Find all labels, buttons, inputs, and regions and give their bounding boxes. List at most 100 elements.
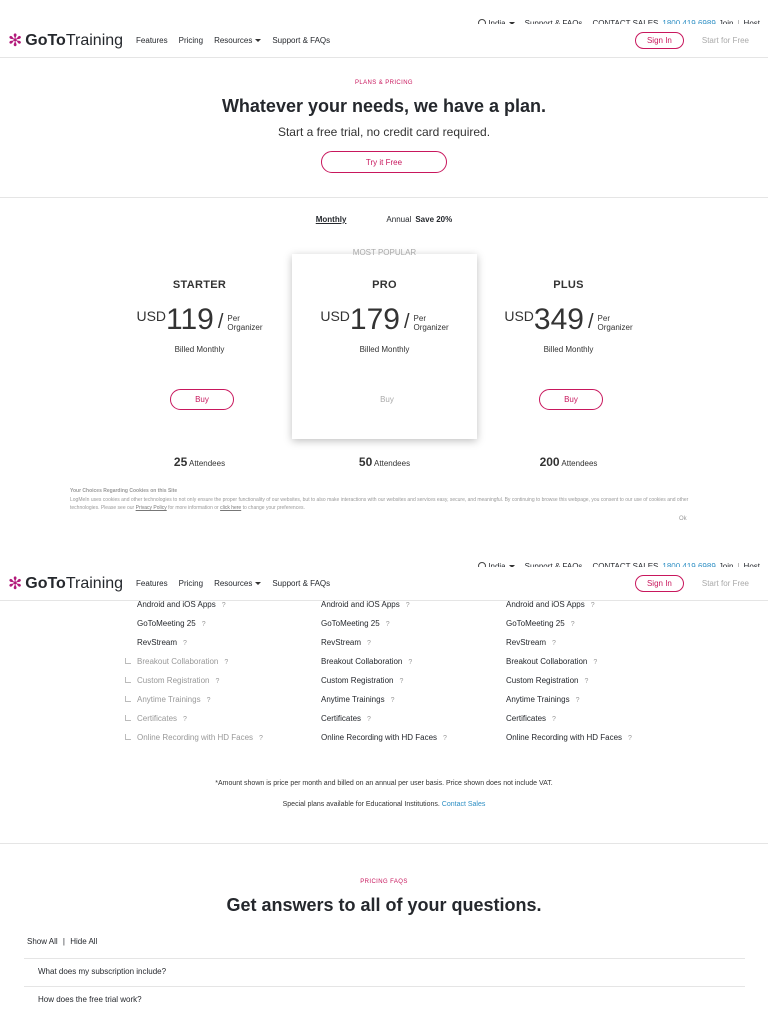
divider — [0, 197, 768, 198]
nav-pricing[interactable]: Pricing — [179, 36, 203, 45]
help-icon[interactable]: ? — [222, 602, 226, 609]
privacy-policy-link[interactable]: Privacy Policy — [136, 505, 167, 511]
features-starter: Android and iOS Apps? GoToMeeting 25? Re… — [125, 599, 263, 751]
help-icon[interactable]: ? — [367, 640, 371, 647]
features-plus: Android and iOS Apps? GoToMeeting 25? Re… — [506, 599, 632, 751]
nav-features[interactable]: Features — [136, 579, 168, 588]
start-free-button[interactable]: Start for Free — [702, 579, 749, 588]
billing-period: Billed Monthly — [359, 345, 410, 354]
feature-item: RevStream? — [506, 638, 556, 647]
feature-item: Custom Registration? — [321, 676, 404, 685]
chevron-down-icon — [255, 582, 262, 585]
help-icon[interactable]: ? — [367, 716, 371, 723]
flower-logo-icon: ✻ — [8, 574, 23, 593]
contact-sales-link[interactable]: Contact Sales — [442, 801, 486, 808]
chevron-down-icon — [255, 39, 262, 42]
try-free-button[interactable]: Try it Free — [321, 151, 447, 173]
main-navbar: ✻ GoTo Training Features Pricing Resource… — [0, 24, 768, 58]
click-here-link[interactable]: click here — [220, 505, 241, 511]
help-icon[interactable]: ? — [207, 697, 211, 704]
unavailable-icon — [125, 658, 131, 664]
gototraining-logo[interactable]: ✻ GoTo Training — [8, 575, 123, 593]
help-icon[interactable]: ? — [552, 640, 556, 647]
sign-in-button[interactable]: Sign In — [634, 32, 684, 49]
feature-item: Android and iOS Apps? — [137, 600, 226, 609]
page-title: Whatever your needs, we have a plan. — [221, 96, 547, 116]
help-icon[interactable]: ? — [593, 659, 597, 666]
nav-features[interactable]: Features — [136, 36, 168, 45]
help-icon[interactable]: ? — [408, 659, 412, 666]
edu-note: Special plans available for Educational … — [282, 801, 486, 808]
help-icon[interactable]: ? — [552, 716, 556, 723]
flower-logo-icon: ✻ — [8, 31, 23, 50]
feature-item: Anytime Trainings? — [506, 695, 580, 704]
nav-resources[interactable]: Resources — [214, 36, 262, 45]
feature-item: Custom Registration? — [125, 675, 263, 694]
help-icon[interactable]: ? — [576, 697, 580, 704]
hide-all-button[interactable]: Hide All — [70, 937, 97, 946]
help-icon[interactable]: ? — [571, 621, 575, 628]
plan-price: USD 119/ Per Organizer — [136, 303, 263, 336]
gototraining-logo[interactable]: ✻ GoTo Training — [8, 32, 123, 50]
help-icon[interactable]: ? — [183, 716, 187, 723]
help-icon[interactable]: ? — [399, 678, 403, 685]
help-icon[interactable]: ? — [591, 602, 595, 609]
nav-support[interactable]: Support & FAQs — [272, 36, 330, 45]
faq-eyebrow: PRICING FAQS — [360, 879, 408, 885]
nav-pricing[interactable]: Pricing — [179, 579, 203, 588]
feature-item: Anytime Trainings? — [321, 695, 395, 704]
help-icon[interactable]: ? — [443, 735, 447, 742]
feature-item: Certificates? — [125, 713, 263, 732]
show-all-button[interactable]: Show All — [27, 937, 58, 946]
feature-item: GoToMeeting 25? — [321, 619, 390, 628]
feature-item: GoToMeeting 25? — [137, 619, 206, 628]
annual-option[interactable]: Annual Save 20% — [386, 215, 452, 224]
help-icon[interactable]: ? — [584, 678, 588, 685]
feature-item: Certificates? — [321, 714, 371, 723]
buy-starter-button[interactable]: Buy — [170, 389, 234, 410]
help-icon[interactable]: ? — [386, 621, 390, 628]
nav-resources[interactable]: Resources — [214, 579, 262, 588]
feature-item: Certificates? — [506, 714, 556, 723]
help-icon[interactable]: ? — [628, 735, 632, 742]
help-icon[interactable]: ? — [202, 621, 206, 628]
help-icon[interactable]: ? — [259, 735, 263, 742]
feature-item: Android and iOS Apps? — [506, 600, 595, 609]
help-icon[interactable]: ? — [224, 659, 228, 666]
help-icon[interactable]: ? — [215, 678, 219, 685]
page-subtitle: Start a free trial, no credit card requi… — [277, 125, 491, 139]
plan-name: PRO — [372, 279, 397, 291]
billing-period: Billed Monthly — [174, 345, 225, 354]
features-pro: Android and iOS Apps? GoToMeeting 25? Re… — [321, 599, 447, 751]
feature-item: GoToMeeting 25? — [506, 619, 575, 628]
cookie-notice: Your Choices Regarding Cookies on this S… — [70, 488, 689, 511]
help-icon[interactable]: ? — [391, 697, 395, 704]
help-icon[interactable]: ? — [183, 640, 187, 647]
nav-support[interactable]: Support & FAQs — [272, 579, 330, 588]
feature-item: Online Recording with HD Faces? — [125, 732, 263, 751]
start-free-button[interactable]: Start for Free — [702, 36, 749, 45]
unavailable-icon — [125, 677, 131, 683]
nav-links: Features Pricing Resources Support & FAQ… — [136, 579, 330, 588]
faq-question[interactable]: What does my subscription include? — [24, 958, 745, 985]
feature-item: Custom Registration? — [506, 676, 589, 685]
price-note: *Amount shown is price per month and bil… — [215, 780, 553, 787]
billing-toggle: Monthly Annual Save 20% — [0, 215, 768, 224]
save-badge: Save 20% — [415, 215, 453, 224]
buy-plus-button[interactable]: Buy — [539, 389, 603, 410]
unavailable-icon — [125, 715, 131, 721]
feature-item: Breakout Collaboration? — [506, 657, 598, 666]
help-icon[interactable]: ? — [406, 602, 410, 609]
feature-item: Android and iOS Apps? — [321, 600, 410, 609]
cookie-ok-button[interactable]: Ok — [679, 516, 687, 522]
feature-item: RevStream? — [321, 638, 371, 647]
sign-in-button[interactable]: Sign In — [634, 575, 684, 592]
buy-pro-button[interactable]: Buy — [355, 389, 419, 410]
nav-links: Features Pricing Resources Support & FAQ… — [136, 36, 330, 45]
faq-title: Get answers to all of your questions. — [226, 895, 542, 915]
faq-question[interactable]: How does the free trial work? — [24, 986, 745, 1013]
monthly-option[interactable]: Monthly — [316, 215, 347, 224]
attendees-starter: 25 Attendees — [173, 455, 226, 469]
faq-controls: Show All | Hide All — [27, 937, 97, 946]
feature-item: Anytime Trainings? — [125, 694, 263, 713]
